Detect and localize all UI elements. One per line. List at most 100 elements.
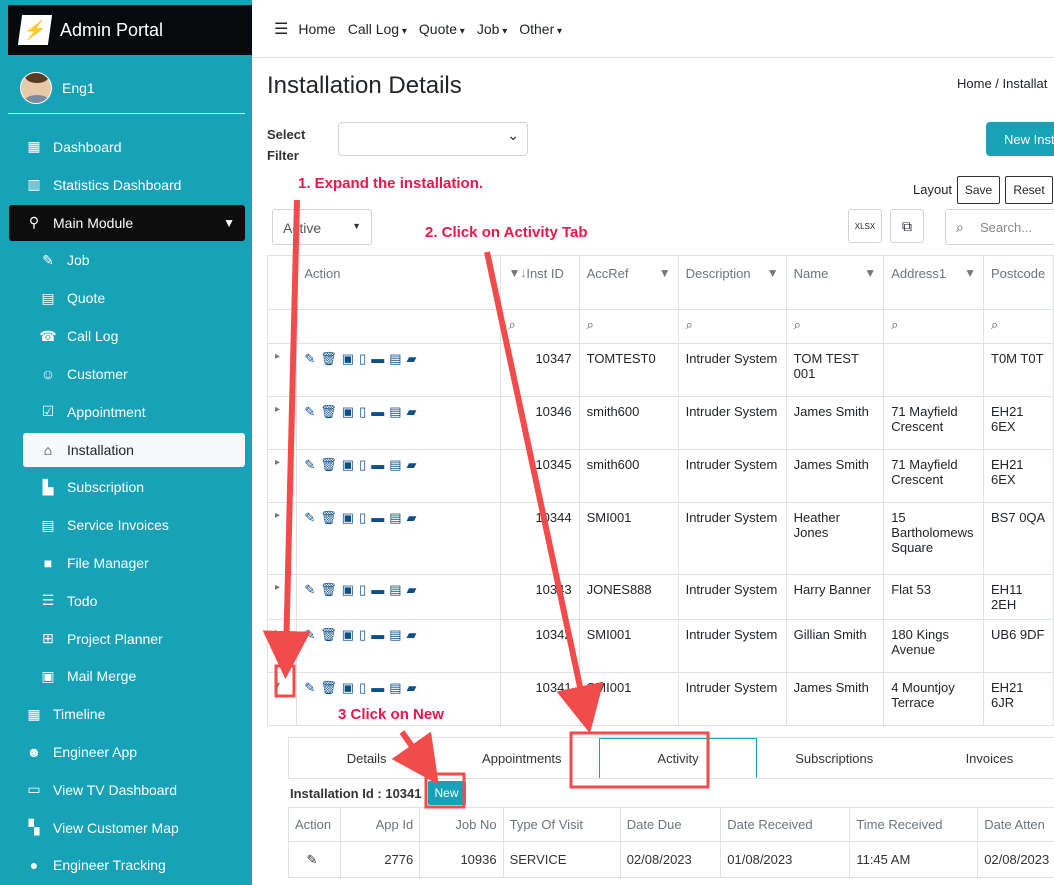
delete-icon[interactable]: 🗑 <box>320 404 342 419</box>
row-actions[interactable]: ✎🗑▣▯▬▤▰ <box>296 343 502 397</box>
col-address1[interactable]: ▼ Address1 <box>883 255 985 310</box>
edit-icon[interactable]: ✎ <box>304 510 320 525</box>
hamburger-icon[interactable]: ☰ <box>274 19 288 39</box>
topnav-home[interactable]: Home <box>298 21 335 37</box>
row-actions[interactable]: ✎🗑▣▯▬▤▰ <box>296 502 502 575</box>
folder-icon[interactable]: ▰ <box>407 680 422 695</box>
row-actions[interactable]: ✎🗑▣▯▬▤▰ <box>296 449 502 503</box>
toolbox-icon[interactable]: ▬ <box>371 680 389 695</box>
topnav-job[interactable]: Job <box>477 21 507 37</box>
document-icon[interactable]: ▯ <box>359 510 371 525</box>
table-row[interactable]: ▸ ✎🗑▣▯▬▤▰ 10345 smith600 Intruder System Jame… <box>266 449 1054 503</box>
calendar-icon[interactable]: ▣ <box>342 351 359 366</box>
calendar-icon[interactable]: ▣ <box>342 582 359 597</box>
document-icon[interactable]: ▯ <box>359 627 371 642</box>
docx-icon[interactable]: ▤ <box>389 510 406 525</box>
new-installation-button[interactable]: New Inst <box>986 122 1054 156</box>
search-icon[interactable]: ⌕ <box>677 309 787 344</box>
edit-icon[interactable]: ✎ <box>304 404 320 419</box>
docx-icon[interactable]: ▤ <box>389 457 406 472</box>
sidebar-item-tv-dashboard[interactable]: ▭ View TV Dashboard <box>0 771 252 809</box>
topnav-quote[interactable]: Quote <box>419 21 465 37</box>
docx-icon[interactable]: ▤ <box>389 351 406 366</box>
folder-icon[interactable]: ▰ <box>407 582 422 597</box>
sidebar-item-engineer-app[interactable]: ☻ Engineer App <box>0 733 252 771</box>
toolbox-icon[interactable]: ▬ <box>371 457 389 472</box>
tab-subscriptions[interactable]: Subscriptions <box>757 738 912 778</box>
sidebar-item-customer[interactable]: ☺ Customer <box>0 355 252 393</box>
row-actions[interactable]: ✎🗑▣▯▬▤▰ <box>296 396 502 450</box>
folder-icon[interactable]: ▰ <box>407 510 422 525</box>
filter-icon[interactable]: ▼ <box>767 266 779 280</box>
table-row[interactable]: ▸ ✎🗑▣▯▬▤▰ 10347 TOMTEST0 Intruder System TOM … <box>266 343 1054 397</box>
folder-icon[interactable]: ▰ <box>407 351 422 366</box>
column-chooser-icon[interactable]: ⧉ <box>890 209 924 243</box>
document-icon[interactable]: ▯ <box>359 351 371 366</box>
document-icon[interactable]: ▯ <box>359 582 371 597</box>
edit-icon[interactable]: ✎ <box>304 457 320 472</box>
sidebar-item-engineer-tracking[interactable]: ● Engineer Tracking <box>0 847 252 885</box>
brand-header[interactable]: ⚡ Admin Portal <box>8 5 252 55</box>
sidebar-item-main-module[interactable]: ⚲ Main Module ▼ <box>9 204 245 241</box>
topnav-other[interactable]: Other <box>519 21 562 37</box>
topnav-call-log[interactable]: Call Log <box>348 21 407 37</box>
folder-icon[interactable]: ▰ <box>407 457 422 472</box>
sidebar-item-file-manager[interactable]: ■ File Manager <box>0 544 252 582</box>
table-row[interactable]: ▸ ✎🗑▣▯▬▤▰ 10344 SMI001 Intruder System Heathe… <box>266 502 1054 575</box>
expand-icon[interactable]: ▸ <box>266 396 298 450</box>
delete-icon[interactable]: 🗑 <box>320 627 342 642</box>
expand-icon[interactable]: ▸ <box>266 574 298 620</box>
sidebar-item-project-planner[interactable]: ⊞ Project Planner <box>0 620 252 658</box>
export-xlsx-icon[interactable]: XLSX <box>848 209 882 243</box>
docx-icon[interactable]: ▤ <box>389 627 406 642</box>
toolbox-icon[interactable]: ▬ <box>371 627 389 642</box>
sidebar-item-job[interactable]: ✎ Job <box>0 242 252 280</box>
save-layout-button[interactable]: Save <box>957 176 1000 204</box>
toolbox-icon[interactable]: ▬ <box>371 582 389 597</box>
folder-icon[interactable]: ▰ <box>407 627 422 642</box>
row-actions[interactable]: ✎🗑▣▯▬▤▰ <box>296 574 502 620</box>
delete-icon[interactable]: 🗑 <box>320 457 342 472</box>
edit-icon[interactable]: ✎ <box>304 680 320 695</box>
filter-icon[interactable]: ▼ <box>864 266 876 280</box>
filter-icon[interactable]: ▼ <box>659 266 671 280</box>
document-icon[interactable]: ▯ <box>359 404 371 419</box>
delete-icon[interactable]: 🗑 <box>320 582 342 597</box>
edit-icon[interactable]: ✎ <box>288 841 341 878</box>
sidebar-item-todo[interactable]: ☰ Todo <box>0 582 252 620</box>
tab-details[interactable]: Details <box>289 738 444 778</box>
calendar-icon[interactable]: ▣ <box>342 404 359 419</box>
select-filter-dropdown[interactable] <box>338 122 528 156</box>
docx-icon[interactable]: ▤ <box>389 582 406 597</box>
new-activity-button[interactable]: New <box>427 781 466 805</box>
expand-icon[interactable]: ▸ <box>266 502 298 575</box>
user-panel[interactable]: Eng1 <box>8 62 245 114</box>
table-row[interactable]: ✎ 2776 10936 SERVICE 02/08/2023 01/08/20… <box>288 841 1054 878</box>
delete-icon[interactable]: 🗑 <box>320 680 342 695</box>
calendar-icon[interactable]: ▣ <box>342 510 359 525</box>
folder-icon[interactable]: ▰ <box>407 404 422 419</box>
search-icon[interactable]: ⌕ <box>578 309 679 344</box>
toolbox-icon[interactable]: ▬ <box>371 351 389 366</box>
calendar-icon[interactable]: ▣ <box>342 627 359 642</box>
edit-icon[interactable]: ✎ <box>304 582 320 597</box>
search-icon[interactable]: ⌕ <box>785 309 885 344</box>
breadcrumb[interactable]: Home / Installat <box>957 76 1047 91</box>
sidebar-item-installation[interactable]: ⌂ Installation <box>23 432 245 467</box>
search-icon[interactable]: ⌕ <box>500 309 580 344</box>
docx-icon[interactable]: ▤ <box>389 404 406 419</box>
delete-icon[interactable]: 🗑 <box>320 351 342 366</box>
col-postcode[interactable]: Postcode <box>983 255 1054 310</box>
filter-icon[interactable]: ▼ <box>964 266 976 280</box>
expand-icon[interactable]: ▸ <box>266 449 298 503</box>
table-row[interactable]: ▸ ✎🗑▣▯▬▤▰ 10343 JONES888 Intruder System Harr… <box>266 574 1054 620</box>
table-row[interactable]: ▸ ✎🗑▣▯▬▤▰ 10342 SMI001 Intruder System Gillia… <box>266 619 1054 673</box>
edit-icon[interactable]: ✎ <box>304 351 320 366</box>
search-icon[interactable]: ⌕ <box>883 309 985 344</box>
document-icon[interactable]: ▯ <box>359 457 371 472</box>
collapse-icon[interactable]: ▾ <box>266 672 298 726</box>
row-actions[interactable]: ✎🗑▣▯▬▤▰ <box>296 619 502 673</box>
sidebar-item-dashboard[interactable]: ▦ Dashboard <box>0 128 252 166</box>
search-icon[interactable]: ⌕ <box>983 309 1054 344</box>
expand-icon[interactable]: ▸ <box>266 343 298 397</box>
